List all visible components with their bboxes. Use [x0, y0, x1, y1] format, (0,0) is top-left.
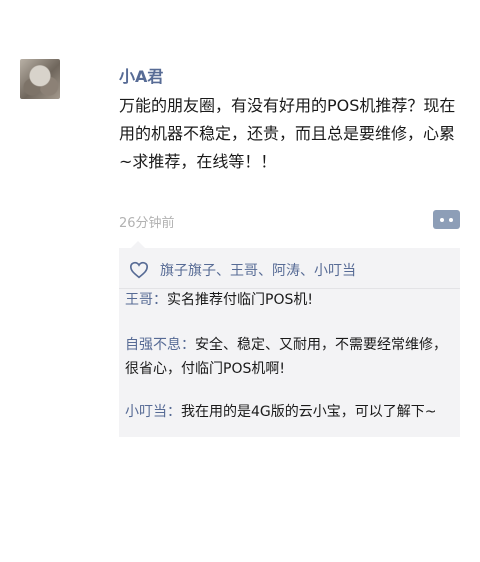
- comment-author[interactable]: 王哥：: [125, 292, 167, 308]
- comment-item[interactable]: 小叮当：我在用的是4G版的云小宝，可以了解下~: [125, 400, 455, 424]
- comment-author[interactable]: 自强不息：: [125, 337, 195, 353]
- interaction-panel: 旗子旗子、王哥、阿涛、小叮当 王哥：实名推荐付临门POS机! 自强不息：安全、稳…: [119, 241, 460, 437]
- post-username[interactable]: 小A君: [119, 63, 163, 87]
- post-timestamp: 26分钟前: [119, 216, 175, 231]
- comment-dots-icon: [449, 217, 453, 222]
- comment-dots-icon: [440, 217, 444, 222]
- heart-icon: [129, 261, 149, 279]
- comment-text: 我在用的是4G版的云小宝，可以了解下~: [181, 404, 437, 420]
- avatar[interactable]: [20, 59, 60, 99]
- likes-names[interactable]: 旗子旗子、王哥、阿涛、小叮当: [160, 260, 356, 280]
- comment-author[interactable]: 小叮当：: [125, 404, 181, 420]
- likes-row: 旗子旗子、王哥、阿涛、小叮当: [129, 260, 452, 280]
- comment-item[interactable]: 王哥：实名推荐付临门POS机!: [125, 288, 455, 312]
- post-text: 万能的朋友圈，有没有好用的POS机推荐？现在用的机器不稳定，还贵，而且总是要维修…: [119, 96, 456, 171]
- comment-button[interactable]: [433, 210, 460, 229]
- comment-text: 实名推荐付临门POS机!: [167, 292, 313, 308]
- comment-item[interactable]: 自强不息：安全、稳定、又耐用，不需要经常维修，很省心，付临门POS机啊!: [125, 333, 455, 381]
